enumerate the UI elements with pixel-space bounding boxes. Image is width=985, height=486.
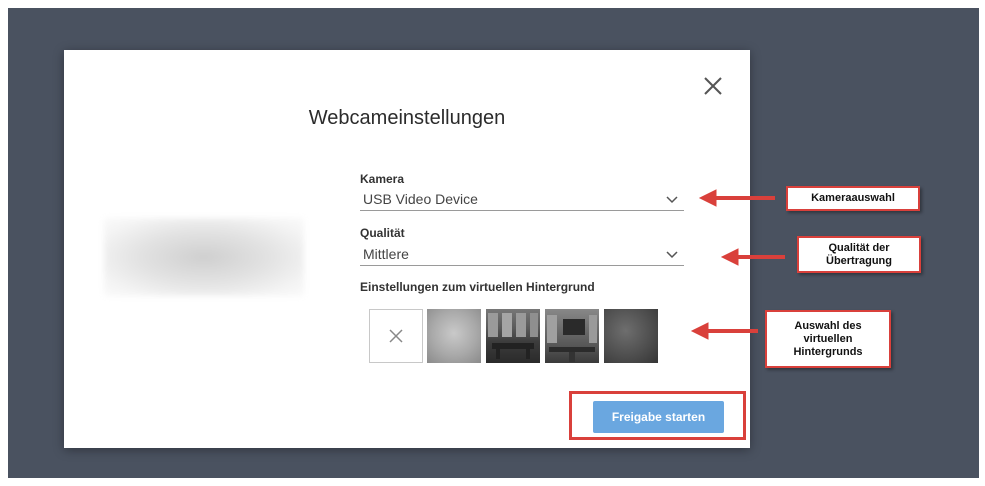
annotation-camera: Kameraauswahl bbox=[786, 186, 920, 211]
background-option-dark-texture[interactable] bbox=[604, 309, 658, 363]
close-icon bbox=[704, 77, 722, 95]
annotation-quality: Qualität der Übertragung bbox=[797, 236, 921, 273]
background-option-blur[interactable] bbox=[427, 309, 481, 363]
webcam-settings-dialog: Webcameinstellungen Kamera USB Video Dev… bbox=[64, 50, 750, 448]
dialog-title: Webcameinstellungen bbox=[308, 107, 506, 129]
camera-select[interactable]: USB Video Device bbox=[360, 190, 684, 211]
office-image bbox=[488, 313, 538, 359]
background-option-office-1[interactable] bbox=[486, 309, 540, 363]
chevron-down-icon bbox=[666, 196, 678, 204]
virtual-background-label: Einstellungen zum virtuellen Hintergrund bbox=[360, 280, 595, 294]
webcam-preview bbox=[104, 218, 304, 296]
background-option-office-2[interactable] bbox=[545, 309, 599, 363]
chevron-down-icon bbox=[666, 251, 678, 259]
background-option-none[interactable] bbox=[369, 309, 423, 363]
annotation-background: Auswahl des virtuellen Hintergrunds bbox=[765, 310, 891, 368]
close-button[interactable] bbox=[700, 73, 726, 99]
quality-label: Qualität bbox=[360, 226, 405, 240]
none-icon bbox=[389, 329, 403, 343]
camera-label: Kamera bbox=[360, 172, 405, 186]
office-image bbox=[547, 315, 597, 362]
annotation-highlight-box bbox=[569, 391, 746, 440]
quality-select[interactable]: Mittlere bbox=[360, 245, 684, 266]
camera-select-value: USB Video Device bbox=[363, 191, 478, 207]
quality-select-value: Mittlere bbox=[363, 246, 409, 262]
